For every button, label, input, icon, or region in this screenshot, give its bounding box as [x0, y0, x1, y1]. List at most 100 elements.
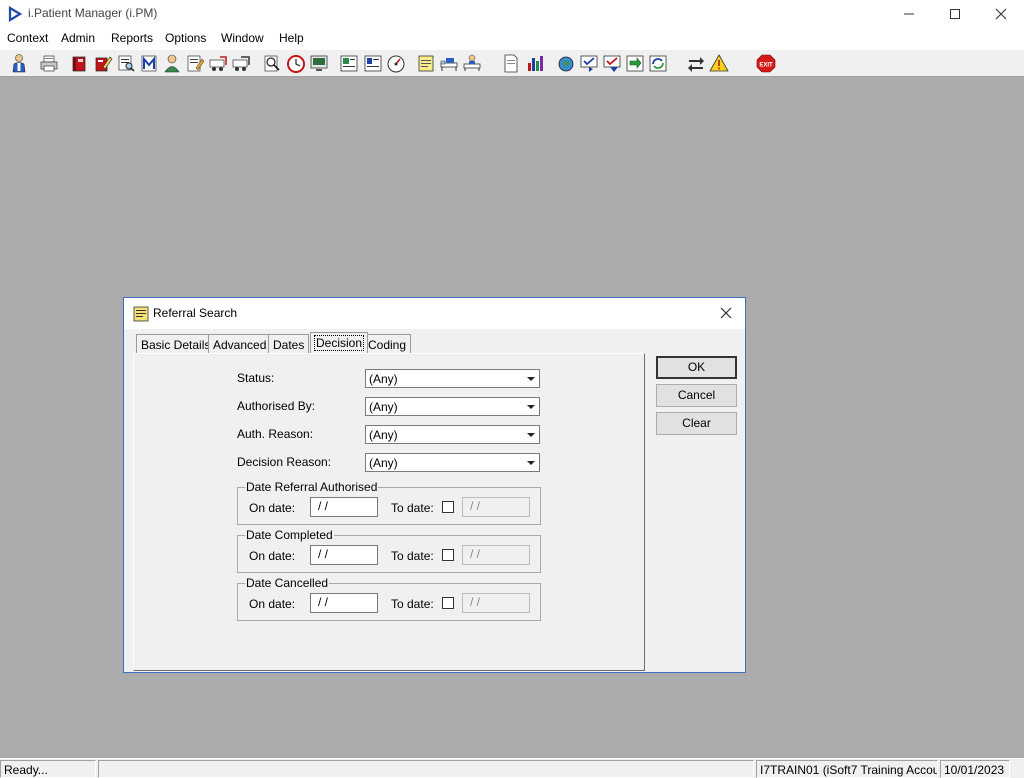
authorised-to-date-checkbox[interactable]	[442, 501, 454, 513]
clear-button[interactable]: Clear	[656, 412, 737, 435]
authorised-on-date-input[interactable]: / /	[310, 497, 378, 517]
refresh-icon	[649, 55, 667, 72]
book-icon	[72, 56, 86, 72]
green-arrows-icon	[626, 55, 644, 72]
notepad-button[interactable]	[416, 53, 436, 74]
group-title: Date Referral Authorised	[245, 480, 379, 494]
check-list-icon	[580, 55, 598, 72]
cancel-button[interactable]: Cancel	[656, 384, 737, 407]
menu-reports[interactable]: Reports	[111, 31, 153, 45]
tab-label: Decision	[313, 335, 365, 351]
title-bar: i.Patient Manager (i.PM)	[0, 0, 1024, 28]
to-date-label: To date:	[391, 597, 434, 611]
status-label: Status:	[237, 371, 275, 385]
warning-button[interactable]	[709, 53, 729, 74]
chevron-down-icon[interactable]	[522, 426, 539, 443]
tab-dates[interactable]: Dates	[268, 334, 310, 353]
toolbar: EXIT	[0, 49, 1024, 77]
search-list-button[interactable]	[116, 53, 136, 74]
chevron-down-icon[interactable]	[522, 398, 539, 415]
to-date-label: To date:	[391, 501, 434, 515]
gauge-icon	[387, 55, 405, 73]
auth-reason-dropdown[interactable]: (Any)	[365, 425, 540, 444]
flag-button[interactable]	[208, 53, 228, 74]
maximize-button[interactable]	[932, 0, 978, 28]
notepad-icon	[418, 55, 434, 72]
referral-search-dialog: Referral Search Basic Details Advanced D…	[123, 297, 746, 673]
tab-label: Advanced	[213, 338, 267, 352]
card-button[interactable]	[339, 53, 359, 74]
status-value: (Any)	[369, 372, 398, 386]
chevron-down-icon[interactable]	[522, 370, 539, 387]
swap-button[interactable]	[686, 53, 706, 74]
doc-card-button[interactable]	[363, 53, 383, 74]
window-title: i.Patient Manager (i.PM)	[28, 6, 158, 20]
tab-label: Coding	[368, 338, 407, 352]
card-icon	[340, 55, 358, 72]
completed-on-date-input[interactable]: / /	[310, 545, 378, 565]
decision-panel: Status: (Any) Authorised By: (Any) Auth.…	[133, 353, 645, 671]
minimize-button[interactable]	[886, 0, 932, 28]
print-button[interactable]	[39, 53, 59, 74]
authorised-by-dropdown[interactable]: (Any)	[365, 397, 540, 416]
bed-person-button[interactable]	[462, 53, 482, 74]
referral-icon	[133, 306, 149, 322]
swap-icon	[688, 57, 704, 72]
decision-reason-label: Decision Reason:	[237, 455, 332, 469]
flag-alt-button[interactable]	[231, 53, 251, 74]
check-list-button[interactable]	[579, 53, 599, 74]
tab-advanced[interactable]: Advanced	[208, 334, 272, 353]
globe-icon	[558, 56, 574, 72]
menu-admin[interactable]: Admin	[61, 31, 95, 45]
m-letter-icon	[141, 55, 157, 72]
menu-options[interactable]: Options	[165, 31, 206, 45]
book-button[interactable]	[69, 53, 89, 74]
exit-button[interactable]: EXIT	[756, 53, 776, 74]
search-doc-button[interactable]	[262, 53, 282, 74]
page-button[interactable]	[501, 53, 521, 74]
tab-coding[interactable]: Coding	[363, 334, 412, 353]
bed-button[interactable]	[439, 53, 459, 74]
check-list-alt-button[interactable]	[602, 53, 622, 74]
monitor-button[interactable]	[309, 53, 329, 74]
globe-button[interactable]	[556, 53, 576, 74]
patient-button[interactable]	[9, 53, 29, 74]
close-window-button[interactable]	[978, 0, 1024, 28]
menu-context[interactable]: Context	[7, 31, 48, 45]
cancelled-on-date-input[interactable]: / /	[310, 593, 378, 613]
m-letter-button[interactable]	[139, 53, 159, 74]
chevron-down-icon[interactable]	[522, 454, 539, 471]
on-date-label: On date:	[249, 597, 296, 611]
auth-reason-label: Auth. Reason:	[237, 427, 314, 441]
bed-person-icon	[463, 54, 481, 71]
tab-decision[interactable]: Decision	[310, 332, 369, 353]
cancelled-to-date-checkbox[interactable]	[442, 597, 454, 609]
clock-button[interactable]	[286, 53, 306, 74]
doc-card-icon	[364, 55, 382, 72]
menu-help[interactable]: Help	[279, 31, 304, 45]
patient-icon	[12, 54, 26, 73]
decision-reason-dropdown[interactable]: (Any)	[365, 453, 540, 472]
menu-window[interactable]: Window	[221, 31, 264, 45]
exit-text: EXIT	[759, 63, 773, 69]
person-button[interactable]	[162, 53, 182, 74]
bar-chart-button[interactable]	[525, 53, 545, 74]
dialog-close-icon[interactable]	[718, 305, 734, 321]
group-title: Date Cancelled	[245, 576, 330, 590]
edit-book-button[interactable]	[93, 53, 113, 74]
authorised-by-label: Authorised By:	[237, 399, 316, 413]
tab-label: Dates	[273, 338, 305, 352]
clock-icon	[287, 55, 305, 73]
tab-basic-details[interactable]: Basic Details	[136, 334, 216, 353]
minimize-icon	[904, 13, 914, 15]
gauge-button[interactable]	[386, 53, 406, 74]
maximize-icon	[950, 9, 960, 19]
status-message: Ready...	[0, 760, 96, 778]
notes-button[interactable]	[185, 53, 205, 74]
refresh-button[interactable]	[648, 53, 668, 74]
status-dropdown[interactable]: (Any)	[365, 369, 540, 388]
green-arrows-button[interactable]	[625, 53, 645, 74]
flag-alt-icon	[232, 56, 250, 71]
completed-to-date-checkbox[interactable]	[442, 549, 454, 561]
ok-button[interactable]: OK	[656, 356, 737, 379]
